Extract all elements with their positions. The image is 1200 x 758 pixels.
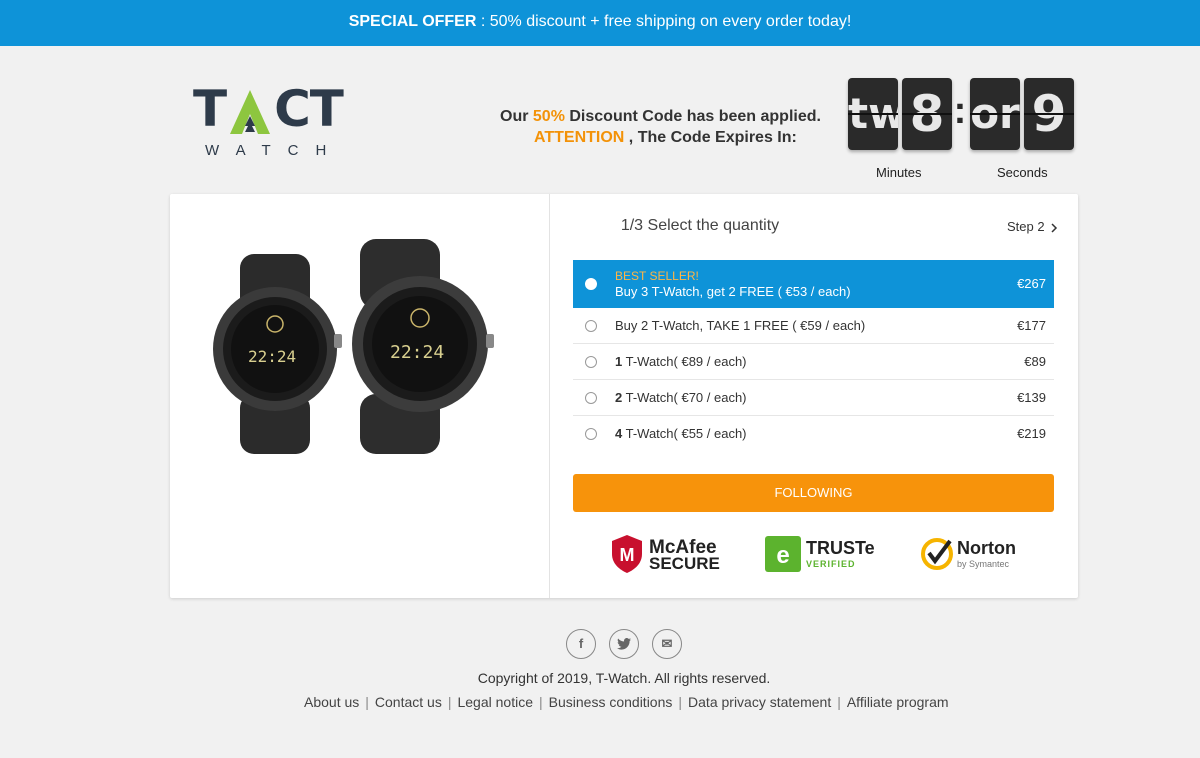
step-next-label: Step 2	[1007, 219, 1045, 234]
option-label: 4 T-Watch( €55 / each)	[615, 426, 747, 441]
truste-verified-badge: e TRUSTe VERIFIED	[765, 534, 875, 578]
option-price: €89	[1024, 354, 1046, 369]
social-links: f ✉	[566, 629, 682, 659]
footer-link-contact[interactable]: Contact us	[375, 694, 442, 710]
seconds-tens-digit: or	[970, 78, 1020, 150]
following-button[interactable]: FOLLOWING	[573, 474, 1054, 512]
footer-link-about[interactable]: About us	[304, 694, 359, 710]
footer-link-legal[interactable]: Legal notice	[457, 694, 533, 710]
promo-strong: SPECIAL OFFER	[348, 13, 477, 30]
expires-text: , The Code Expires In:	[624, 129, 797, 146]
tact-watch-logo[interactable]: T CT WATCH	[193, 84, 353, 164]
option-price: €267	[1017, 276, 1046, 291]
discount-text-b: Discount Code has been applied.	[564, 108, 821, 125]
radio-button[interactable]	[585, 392, 597, 404]
seconds-label: Seconds	[997, 165, 1048, 180]
seconds-ones-digit: 9	[1024, 78, 1074, 150]
option-price: €139	[1017, 390, 1046, 405]
norton-check-icon	[920, 537, 954, 576]
logo-wordmark: T CT	[193, 80, 344, 138]
discount-line-2: ATTENTION , The Code Expires In:	[500, 127, 821, 148]
footer-link-privacy[interactable]: Data privacy statement	[688, 694, 831, 710]
mcafee-secure-badge: M McAfee SECURE	[610, 534, 720, 578]
option-buy-2-take-1[interactable]: Buy 2 T-Watch, TAKE 1 FREE ( €59 / each)…	[573, 308, 1054, 344]
svg-text:22:24: 22:24	[390, 342, 444, 363]
radio-button[interactable]	[585, 356, 597, 368]
option-label: Buy 2 T-Watch, TAKE 1 FREE ( €59 / each)	[615, 318, 866, 333]
option-2-watches[interactable]: 2 T-Watch( €70 / each) €139	[573, 380, 1054, 416]
facebook-icon[interactable]: f	[566, 629, 596, 659]
product-image: 22:24 22:24	[210, 234, 510, 459]
svg-text:e: e	[776, 542, 789, 569]
mountain-tree-icon	[228, 88, 272, 134]
step-title: 1/3 Select the quantity	[620, 217, 780, 234]
radio-button[interactable]	[585, 278, 597, 290]
minutes-ones-digit: 8	[902, 78, 952, 150]
footer-link-affiliate[interactable]: Affiliate program	[847, 694, 949, 710]
option-label-text: T-Watch( €55 / each)	[622, 426, 747, 441]
truste-icon: e	[765, 535, 801, 577]
option-best-seller[interactable]: BEST SELLER! Buy 3 T-Watch, get 2 FREE (…	[573, 260, 1054, 308]
verified-label: VERIFIED	[806, 559, 856, 569]
separator: |	[447, 694, 452, 710]
logo-letter-t: T	[193, 80, 227, 138]
radio-button[interactable]	[585, 320, 597, 332]
chevron-right-icon	[1048, 219, 1058, 234]
symantec-label: by Symantec	[957, 559, 1010, 569]
discount-text-a: Our	[500, 108, 533, 125]
option-label: Buy 3 T-Watch, get 2 FREE ( €53 / each)	[615, 284, 851, 299]
discount-code-message: Our 50% Discount Code has been applied. …	[500, 106, 821, 148]
option-price: €219	[1017, 426, 1046, 441]
norton-badge: Norton by Symantec	[920, 534, 1016, 578]
card-divider	[549, 194, 550, 598]
separator: |	[837, 694, 841, 710]
promo-banner: SPECIAL OFFER : 50% discount + free ship…	[0, 0, 1200, 46]
footer-links: About us | Contact us | Legal notice | Busines…	[304, 694, 949, 710]
twitter-icon[interactable]	[609, 629, 639, 659]
timer-colon: :	[953, 90, 967, 132]
radio-button[interactable]	[585, 428, 597, 440]
footer-link-business[interactable]: Business conditions	[549, 694, 673, 710]
option-price: €177	[1017, 318, 1046, 333]
promo-text: : 50% discount + free shipping on every …	[476, 13, 852, 30]
norton-label: Norton	[957, 538, 1016, 558]
svg-text:M: M	[620, 545, 635, 565]
svg-text:22:24: 22:24	[248, 347, 296, 366]
discount-line-1: Our 50% Discount Code has been applied.	[500, 106, 821, 127]
logo-letters-ct: CT	[274, 80, 344, 138]
countdown-timer: tw 8 : or 9	[848, 78, 1078, 150]
email-icon[interactable]: ✉	[652, 629, 682, 659]
separator: |	[365, 694, 369, 710]
logo-subtitle: WATCH	[205, 142, 344, 159]
option-1-watch[interactable]: 1 T-Watch( €89 / each) €89	[573, 344, 1054, 380]
option-label: 1 T-Watch( €89 / each)	[615, 354, 747, 369]
secure-label: SECURE	[649, 554, 720, 573]
option-4-watches[interactable]: 4 T-Watch( €55 / each) €219	[573, 416, 1054, 452]
attention-label: ATTENTION	[534, 129, 625, 146]
step-2-link[interactable]: Step 2	[1007, 219, 1058, 234]
option-label: 2 T-Watch( €70 / each)	[615, 390, 747, 405]
option-label-text: T-Watch( €89 / each)	[622, 354, 747, 369]
truste-label: TRUSTe	[806, 538, 875, 558]
separator: |	[539, 694, 543, 710]
quantity-options: BEST SELLER! Buy 3 T-Watch, get 2 FREE (…	[573, 260, 1054, 452]
minutes-tens-digit: tw	[848, 78, 898, 150]
best-seller-badge: BEST SELLER!	[615, 269, 699, 283]
minutes-label: Minutes	[876, 165, 922, 180]
option-label-text: T-Watch( €70 / each)	[622, 390, 747, 405]
mcafee-shield-icon: M	[610, 534, 644, 579]
discount-percent: 50%	[532, 108, 565, 125]
option-text: BEST SELLER! Buy 3 T-Watch, get 2 FREE (…	[615, 268, 851, 300]
separator: |	[678, 694, 683, 710]
copyright-text: Copyright of 2019, T-Watch. All rights r…	[477, 670, 771, 686]
